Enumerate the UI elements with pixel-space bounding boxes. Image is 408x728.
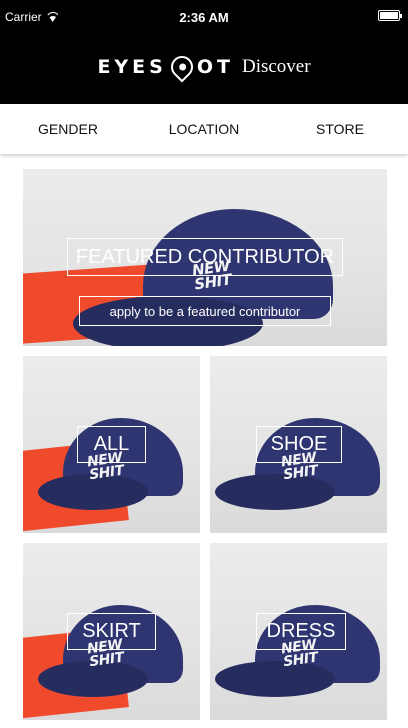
category-card-shoe[interactable]: NEW SHIT SHOE	[210, 356, 387, 533]
filter-bar: GENDER LOCATION STORE	[0, 104, 408, 154]
discover-title: Discover	[241, 56, 311, 77]
apply-featured-button[interactable]: apply to be a featured contributor	[79, 296, 331, 326]
discover-grid: NEW SHIT FEATURED CONTRIBUTOR apply to be…	[0, 154, 408, 728]
status-bar: Carrier 2:36 AM	[0, 0, 408, 34]
filter-location[interactable]: LOCATION	[136, 104, 272, 154]
category-label-shoe: SHOE	[256, 426, 342, 463]
status-time: 2:36 AM	[179, 10, 229, 25]
app-header: Carrier 2:36 AM EYES OT Discover	[0, 0, 408, 104]
eyespot-logo: EYES OT	[97, 51, 234, 83]
filter-store[interactable]: STORE	[272, 104, 408, 154]
category-card-dress[interactable]: NEW SHIT DRESS	[210, 543, 387, 720]
category-label-dress: DRESS	[256, 613, 346, 650]
location-pin-eye-icon	[166, 51, 198, 83]
brand-logo: EYES OT Discover	[0, 51, 408, 83]
battery-icon	[378, 10, 402, 21]
category-label-skirt: SKIRT	[67, 613, 156, 650]
category-card-skirt[interactable]: NEW SHIT SKIRT	[23, 543, 200, 720]
category-card-all[interactable]: NEW SHIT ALL	[23, 356, 200, 533]
featured-contributor-title: FEATURED CONTRIBUTOR	[67, 238, 343, 276]
featured-contributor-card[interactable]: NEW SHIT FEATURED CONTRIBUTOR apply to be…	[23, 169, 387, 346]
filter-gender[interactable]: GENDER	[0, 104, 136, 154]
category-label-all: ALL	[77, 426, 146, 463]
